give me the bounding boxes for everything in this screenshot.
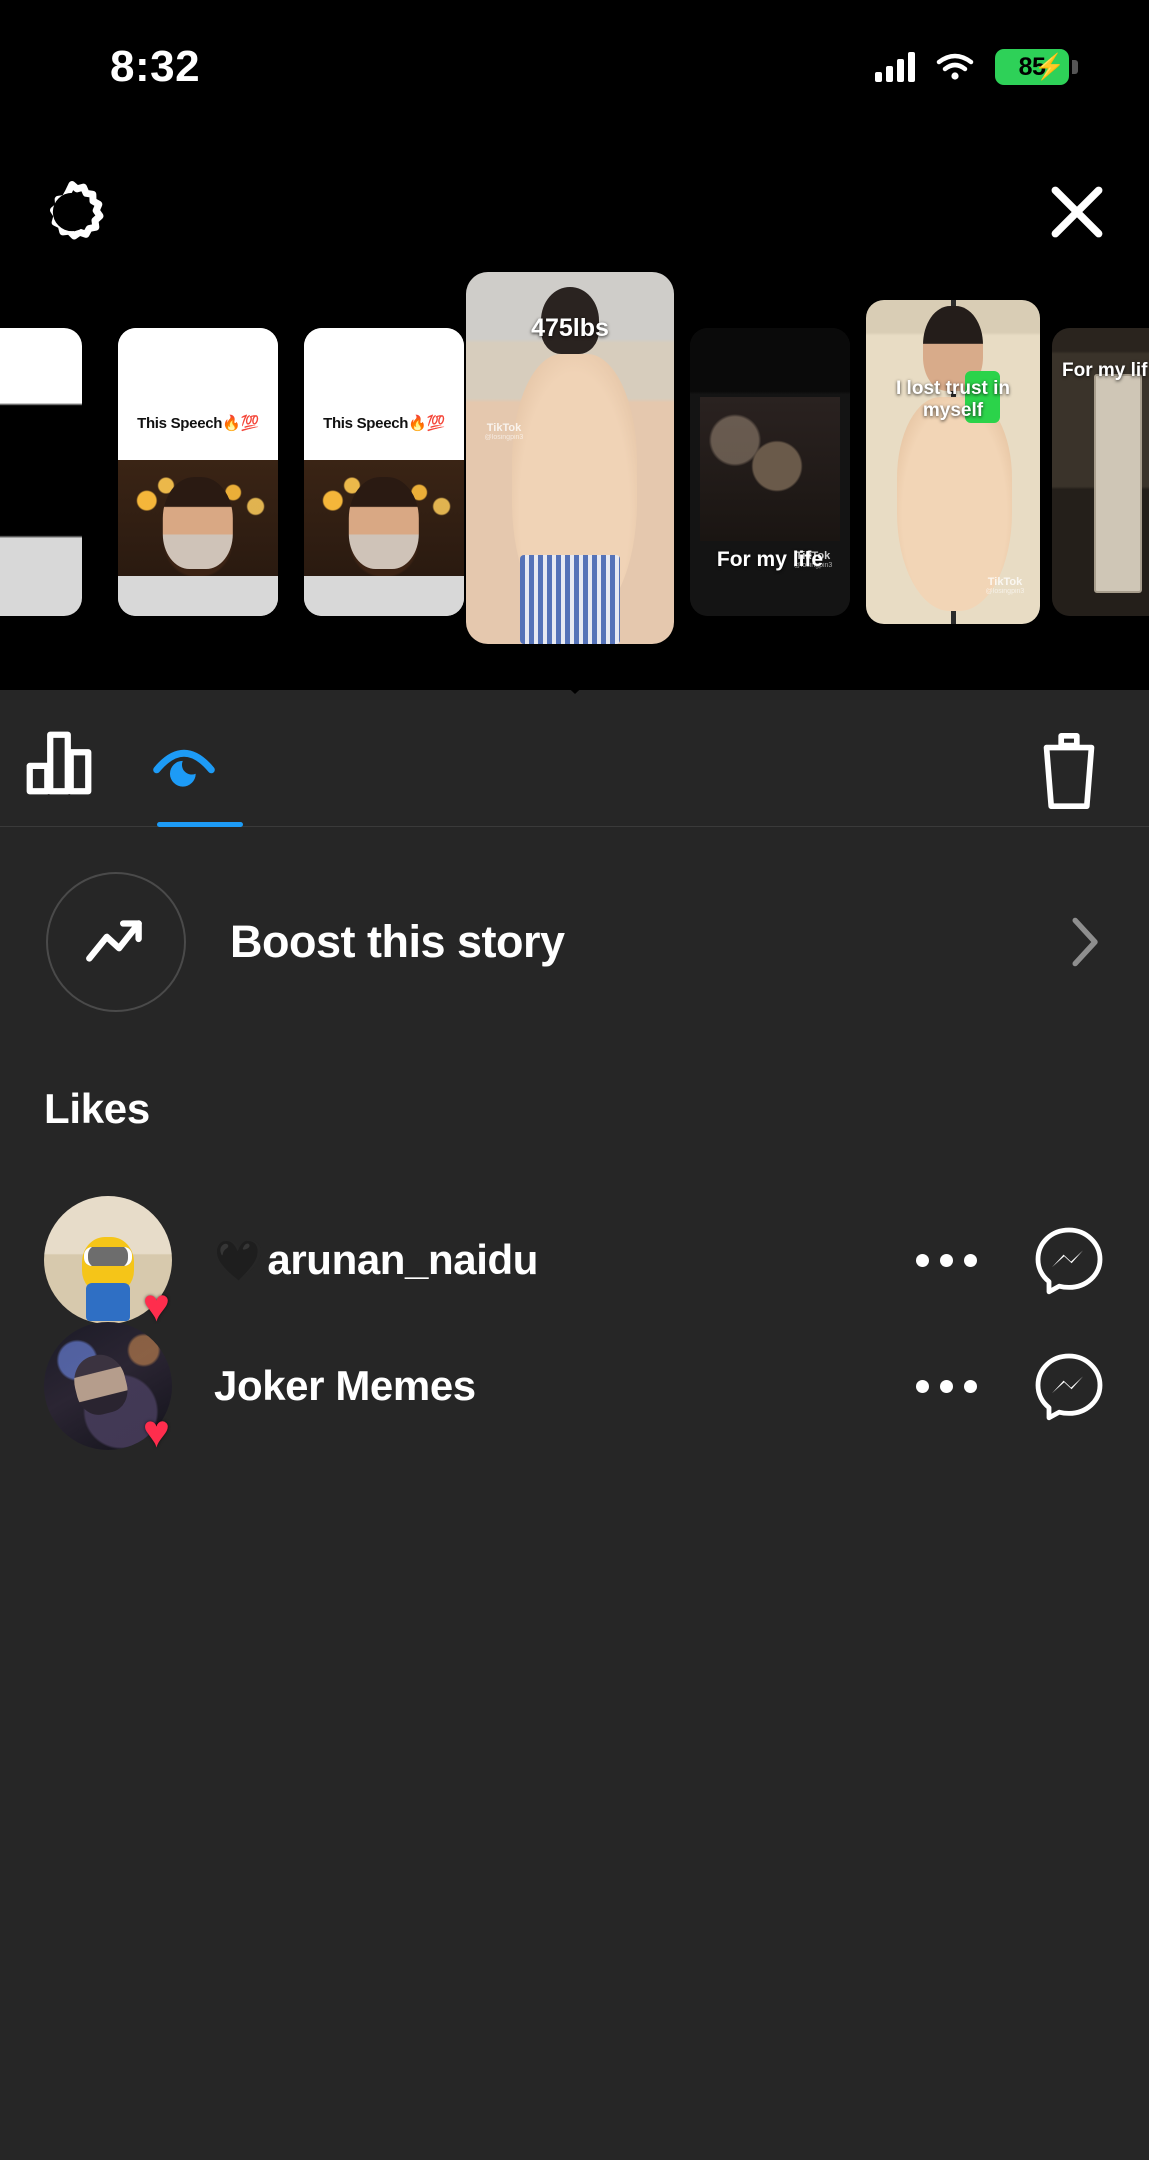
story-thumbnail-carousel[interactable]: This Speech🔥💯 This Speech🔥💯 475lbs TikTo… <box>0 272 1149 672</box>
battery-icon: 85 ⚡ <box>995 49 1078 85</box>
row-actions <box>910 1350 1105 1422</box>
story-insights-screen: 8:32 85 ⚡ This Speech🔥💯 This Speech🔥💯 47… <box>0 0 1149 2160</box>
status-indicators: 85 ⚡ <box>875 49 1078 85</box>
insights-tab-bar <box>0 690 1149 827</box>
thumbnail-caption: This Speech🔥💯 <box>323 415 445 433</box>
tiktok-watermark: TikTok @losingpin3 <box>985 576 1025 596</box>
thumbnail-caption: 475lbs <box>531 314 609 342</box>
chevron-right-icon <box>1069 915 1103 969</box>
status-time: 8:32 <box>110 42 201 91</box>
story-thumbnail[interactable] <box>0 328 82 616</box>
messenger-icon[interactable] <box>1033 1350 1105 1422</box>
black-heart-emoji: 🖤 <box>214 1238 264 1283</box>
cellular-signal-icon <box>875 52 915 82</box>
eye-icon <box>153 749 215 787</box>
avatar[interactable]: ♥ <box>44 1196 172 1328</box>
tiktok-watermark: TikTok @losingpin3 <box>793 550 833 570</box>
tab-viewers[interactable] <box>145 723 255 827</box>
like-reaction-badge: ♥ <box>142 1405 170 1457</box>
row-actions <box>910 1224 1105 1296</box>
story-thumbnail[interactable]: I lost trust in myself TikTok @losingpin… <box>866 300 1040 624</box>
likes-section-title: Likes <box>44 1085 150 1132</box>
story-preview-panel: This Speech🔥💯 This Speech🔥💯 475lbs TikTo… <box>0 120 1149 690</box>
story-thumbnail[interactable]: For my lif <box>1052 328 1149 616</box>
boost-story-row[interactable]: Boost this story <box>0 827 1149 1057</box>
more-options-icon[interactable] <box>910 1360 983 1413</box>
messenger-icon[interactable] <box>1033 1224 1105 1296</box>
list-item[interactable]: ♥ 🖤 arunan_naidu <box>0 1196 1149 1328</box>
charging-bolt-icon: ⚡ <box>1034 53 1065 81</box>
story-thumbnail[interactable]: This Speech🔥💯 <box>304 328 464 616</box>
story-thumbnail[interactable]: For my life TikTok @losingpin3 <box>690 328 850 616</box>
story-thumbnail-selected[interactable]: 475lbs TikTok @losingpin3 <box>466 272 674 644</box>
trash-icon[interactable] <box>1029 728 1109 814</box>
gear-icon[interactable] <box>32 172 112 252</box>
more-options-icon[interactable] <box>910 1234 983 1287</box>
close-icon[interactable] <box>1037 172 1117 252</box>
thumbnail-caption: For my lif <box>1062 360 1148 381</box>
bar-chart-icon <box>26 731 92 795</box>
thumbnail-caption: This Speech🔥💯 <box>137 415 259 433</box>
story-thumbnail[interactable]: This Speech🔥💯 <box>118 328 278 616</box>
avatar[interactable]: ♥ <box>44 1322 172 1454</box>
username-label: 🖤 arunan_naidu <box>214 1236 538 1283</box>
status-bar: 8:32 85 ⚡ <box>0 0 1149 120</box>
trending-up-icon <box>46 872 186 1012</box>
tab-insights[interactable] <box>20 723 130 803</box>
selected-thumbnail-pointer <box>542 664 607 694</box>
list-item[interactable]: ♥ Joker Memes <box>0 1322 1149 1454</box>
username-label: Joker Memes <box>214 1362 476 1409</box>
tiktok-watermark: TikTok @losingpin3 <box>484 422 524 442</box>
wifi-icon <box>935 52 975 82</box>
boost-story-label: Boost this story <box>230 916 565 967</box>
thumbnail-caption: I lost trust in myself <box>896 378 1010 421</box>
